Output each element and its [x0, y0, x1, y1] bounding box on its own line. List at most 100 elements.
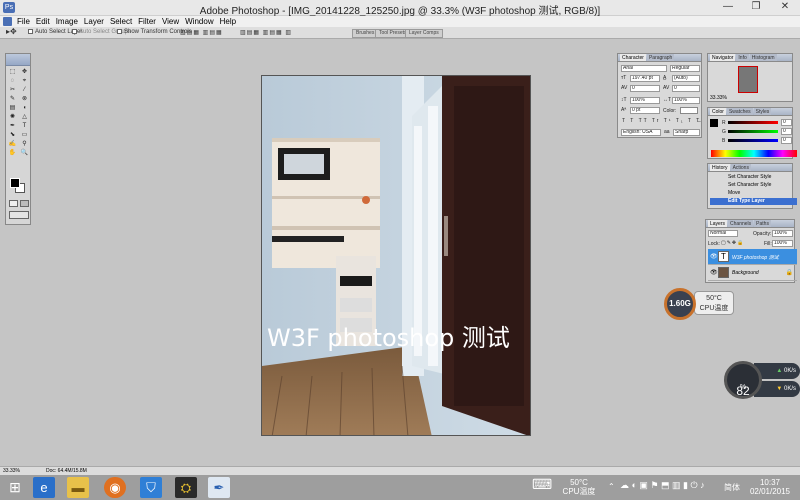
tab-paragraph[interactable]: Paragraph	[646, 54, 675, 61]
menu-filter[interactable]: Filter	[135, 16, 159, 27]
align-buttons[interactable]: ▥▤▦ ▥▤▦	[180, 29, 223, 36]
tab-history[interactable]: History	[710, 164, 730, 171]
tab-styles[interactable]: Styles	[753, 108, 772, 115]
menu-help[interactable]: Help	[217, 16, 239, 27]
distribute-buttons[interactable]: ▥▤▦ ▥▤▦ ▥	[240, 29, 292, 36]
marquee-tool-icon[interactable]: ⬚	[7, 68, 18, 76]
menu-window[interactable]: Window	[182, 16, 216, 27]
security-shield-icon[interactable]: ⛉	[140, 477, 162, 498]
tab-character[interactable]: Character	[620, 54, 646, 61]
lock-icons[interactable]: ▢✎✥🔒	[721, 240, 744, 246]
menu-image[interactable]: Image	[53, 16, 81, 27]
tab-color[interactable]: Color	[710, 108, 726, 115]
text-style-buttons[interactable]: T T TT Tr T¹ T₁ T T̶	[622, 118, 701, 124]
eyedropper-tool-icon[interactable]: ⚲	[19, 140, 30, 148]
menu-select[interactable]: Select	[107, 16, 135, 27]
lasso-tool-icon[interactable]: ◌	[7, 77, 18, 85]
history-item[interactable]: Set Character Style	[710, 174, 797, 181]
document-canvas[interactable]	[261, 75, 531, 436]
history-item[interactable]: Move	[710, 190, 797, 197]
canvas-type-layer-text[interactable]: W3F photoshop 测试	[267, 318, 510, 353]
tab-channels[interactable]: Channels	[728, 220, 754, 227]
path-select-tool-icon[interactable]: ⬊	[7, 131, 18, 139]
status-zoom[interactable]: 33.33%	[3, 467, 20, 475]
font-family-select[interactable]: Arial	[621, 65, 667, 72]
shape-tool-icon[interactable]: ▭	[19, 131, 30, 139]
tray-app-icons[interactable]: ☁ ◐ ▣ ⚑ ⬒ ▥ ▮ ⏻ ♪	[620, 481, 705, 490]
pen-tool-icon[interactable]: ✒	[7, 122, 18, 130]
status-doc-size[interactable]: Doc: 64.4M/15.8M	[46, 467, 87, 475]
file-explorer-icon[interactable]: ▬	[67, 477, 89, 498]
kerning-field[interactable]: 0	[630, 85, 660, 92]
navigator-thumbnail[interactable]	[738, 66, 758, 93]
tab-info[interactable]: Info	[736, 54, 749, 61]
font-size-field[interactable]: 197.40 pt	[630, 75, 660, 82]
dodge-tool-icon[interactable]: △	[19, 113, 30, 121]
toolbox-header[interactable]	[6, 54, 30, 66]
feather-app-icon[interactable]: ✒	[208, 477, 230, 498]
tray-expand-icon[interactable]: ⌃	[608, 482, 615, 491]
move-tool-preset-icon[interactable]: ▸✥	[6, 27, 17, 36]
color-panel-foreground[interactable]	[710, 119, 718, 127]
type-tool-icon[interactable]: T	[19, 122, 30, 130]
menu-layer[interactable]: Layer	[81, 16, 107, 27]
move-tool-icon[interactable]: ✥	[19, 68, 30, 76]
layer-row-background[interactable]: 👁 Background 🔒	[708, 265, 797, 281]
stamp-tool-icon[interactable]: ▤	[7, 104, 18, 112]
opacity-field[interactable]: 100%	[772, 230, 793, 237]
red-value[interactable]: 0	[781, 119, 792, 126]
menu-edit[interactable]: Edit	[33, 16, 53, 27]
minimize-button[interactable]: —	[716, 0, 740, 14]
screen-mode-icon[interactable]	[9, 211, 29, 219]
tab-navigator[interactable]: Navigator	[710, 54, 736, 61]
clock[interactable]: 10:37 02/01/2015	[748, 478, 792, 496]
magic-wand-tool-icon[interactable]: ⌖	[19, 77, 30, 85]
cpu-temp-gadget[interactable]: 50°C CPU温度 1.60G	[664, 288, 734, 320]
tab-paths[interactable]: Paths	[754, 220, 771, 227]
menu-view[interactable]: View	[159, 16, 182, 27]
healing-tool-icon[interactable]: ⊗	[19, 95, 30, 103]
horizontal-scale-field[interactable]: 100%	[672, 97, 700, 104]
tab-histogram[interactable]: Histogram	[749, 54, 777, 61]
network-gadget[interactable]: ▲ 0K/s ▼ 0K/s 82%	[724, 361, 800, 399]
fill-field[interactable]: 100%	[772, 240, 793, 247]
standard-mode-icon[interactable]	[9, 200, 18, 207]
quick-mask-mode-icon[interactable]	[20, 200, 29, 207]
color-spectrum-bar[interactable]	[711, 150, 797, 157]
blue-slider[interactable]	[728, 139, 778, 142]
firefox-icon[interactable]: ◉	[104, 477, 126, 498]
tab-actions[interactable]: Actions	[730, 164, 751, 171]
eye-icon[interactable]: 👁	[710, 253, 718, 260]
start-button-icon[interactable]: ⊞	[4, 477, 26, 498]
media-app-icon[interactable]: ⛭	[175, 477, 197, 498]
notes-tool-icon[interactable]: ✍	[7, 140, 18, 148]
close-button[interactable]: ✕	[770, 0, 800, 14]
palette-tab-layer-comps[interactable]: Layer Comps	[405, 29, 443, 38]
leading-field[interactable]: (Auto)	[672, 75, 700, 82]
keyboard-icon[interactable]: ⌨	[532, 477, 552, 491]
blend-mode-select[interactable]: Normal	[708, 230, 738, 237]
green-value[interactable]: 0	[781, 128, 792, 135]
foreground-color-swatch[interactable]	[10, 178, 20, 188]
vertical-scale-field[interactable]: 100%	[630, 97, 660, 104]
zoom-tool-icon[interactable]: 🔍	[19, 149, 30, 157]
tab-swatches[interactable]: Swatches	[726, 108, 753, 115]
slice-tool-icon[interactable]: ⁄	[19, 86, 30, 94]
ime-indicator[interactable]: 简体	[724, 483, 740, 492]
language-select[interactable]: English: USA	[621, 129, 661, 136]
eye-icon[interactable]: 👁	[710, 269, 718, 276]
restore-button[interactable]: ❐	[744, 0, 768, 14]
antialias-select[interactable]: Sharp	[673, 129, 700, 136]
blur-tool-icon[interactable]: ✺	[7, 113, 18, 121]
history-item[interactable]: Set Character Style	[710, 182, 797, 189]
font-style-select[interactable]: Regular	[670, 65, 700, 72]
tracking-field[interactable]: 0	[672, 85, 700, 92]
history-item-selected[interactable]: Edit Type Layer	[710, 198, 797, 205]
internet-explorer-icon[interactable]: e	[33, 477, 55, 498]
menu-file[interactable]: File	[14, 16, 33, 27]
red-slider[interactable]	[728, 121, 778, 124]
crop-tool-icon[interactable]: ✂	[7, 86, 18, 94]
layer-row-type[interactable]: 👁 T W3F photoshop 测试	[708, 249, 797, 265]
tray-cpu-temp[interactable]: 50°C CPU温度	[560, 478, 598, 496]
brush-tool-icon[interactable]: ✎	[7, 95, 18, 103]
